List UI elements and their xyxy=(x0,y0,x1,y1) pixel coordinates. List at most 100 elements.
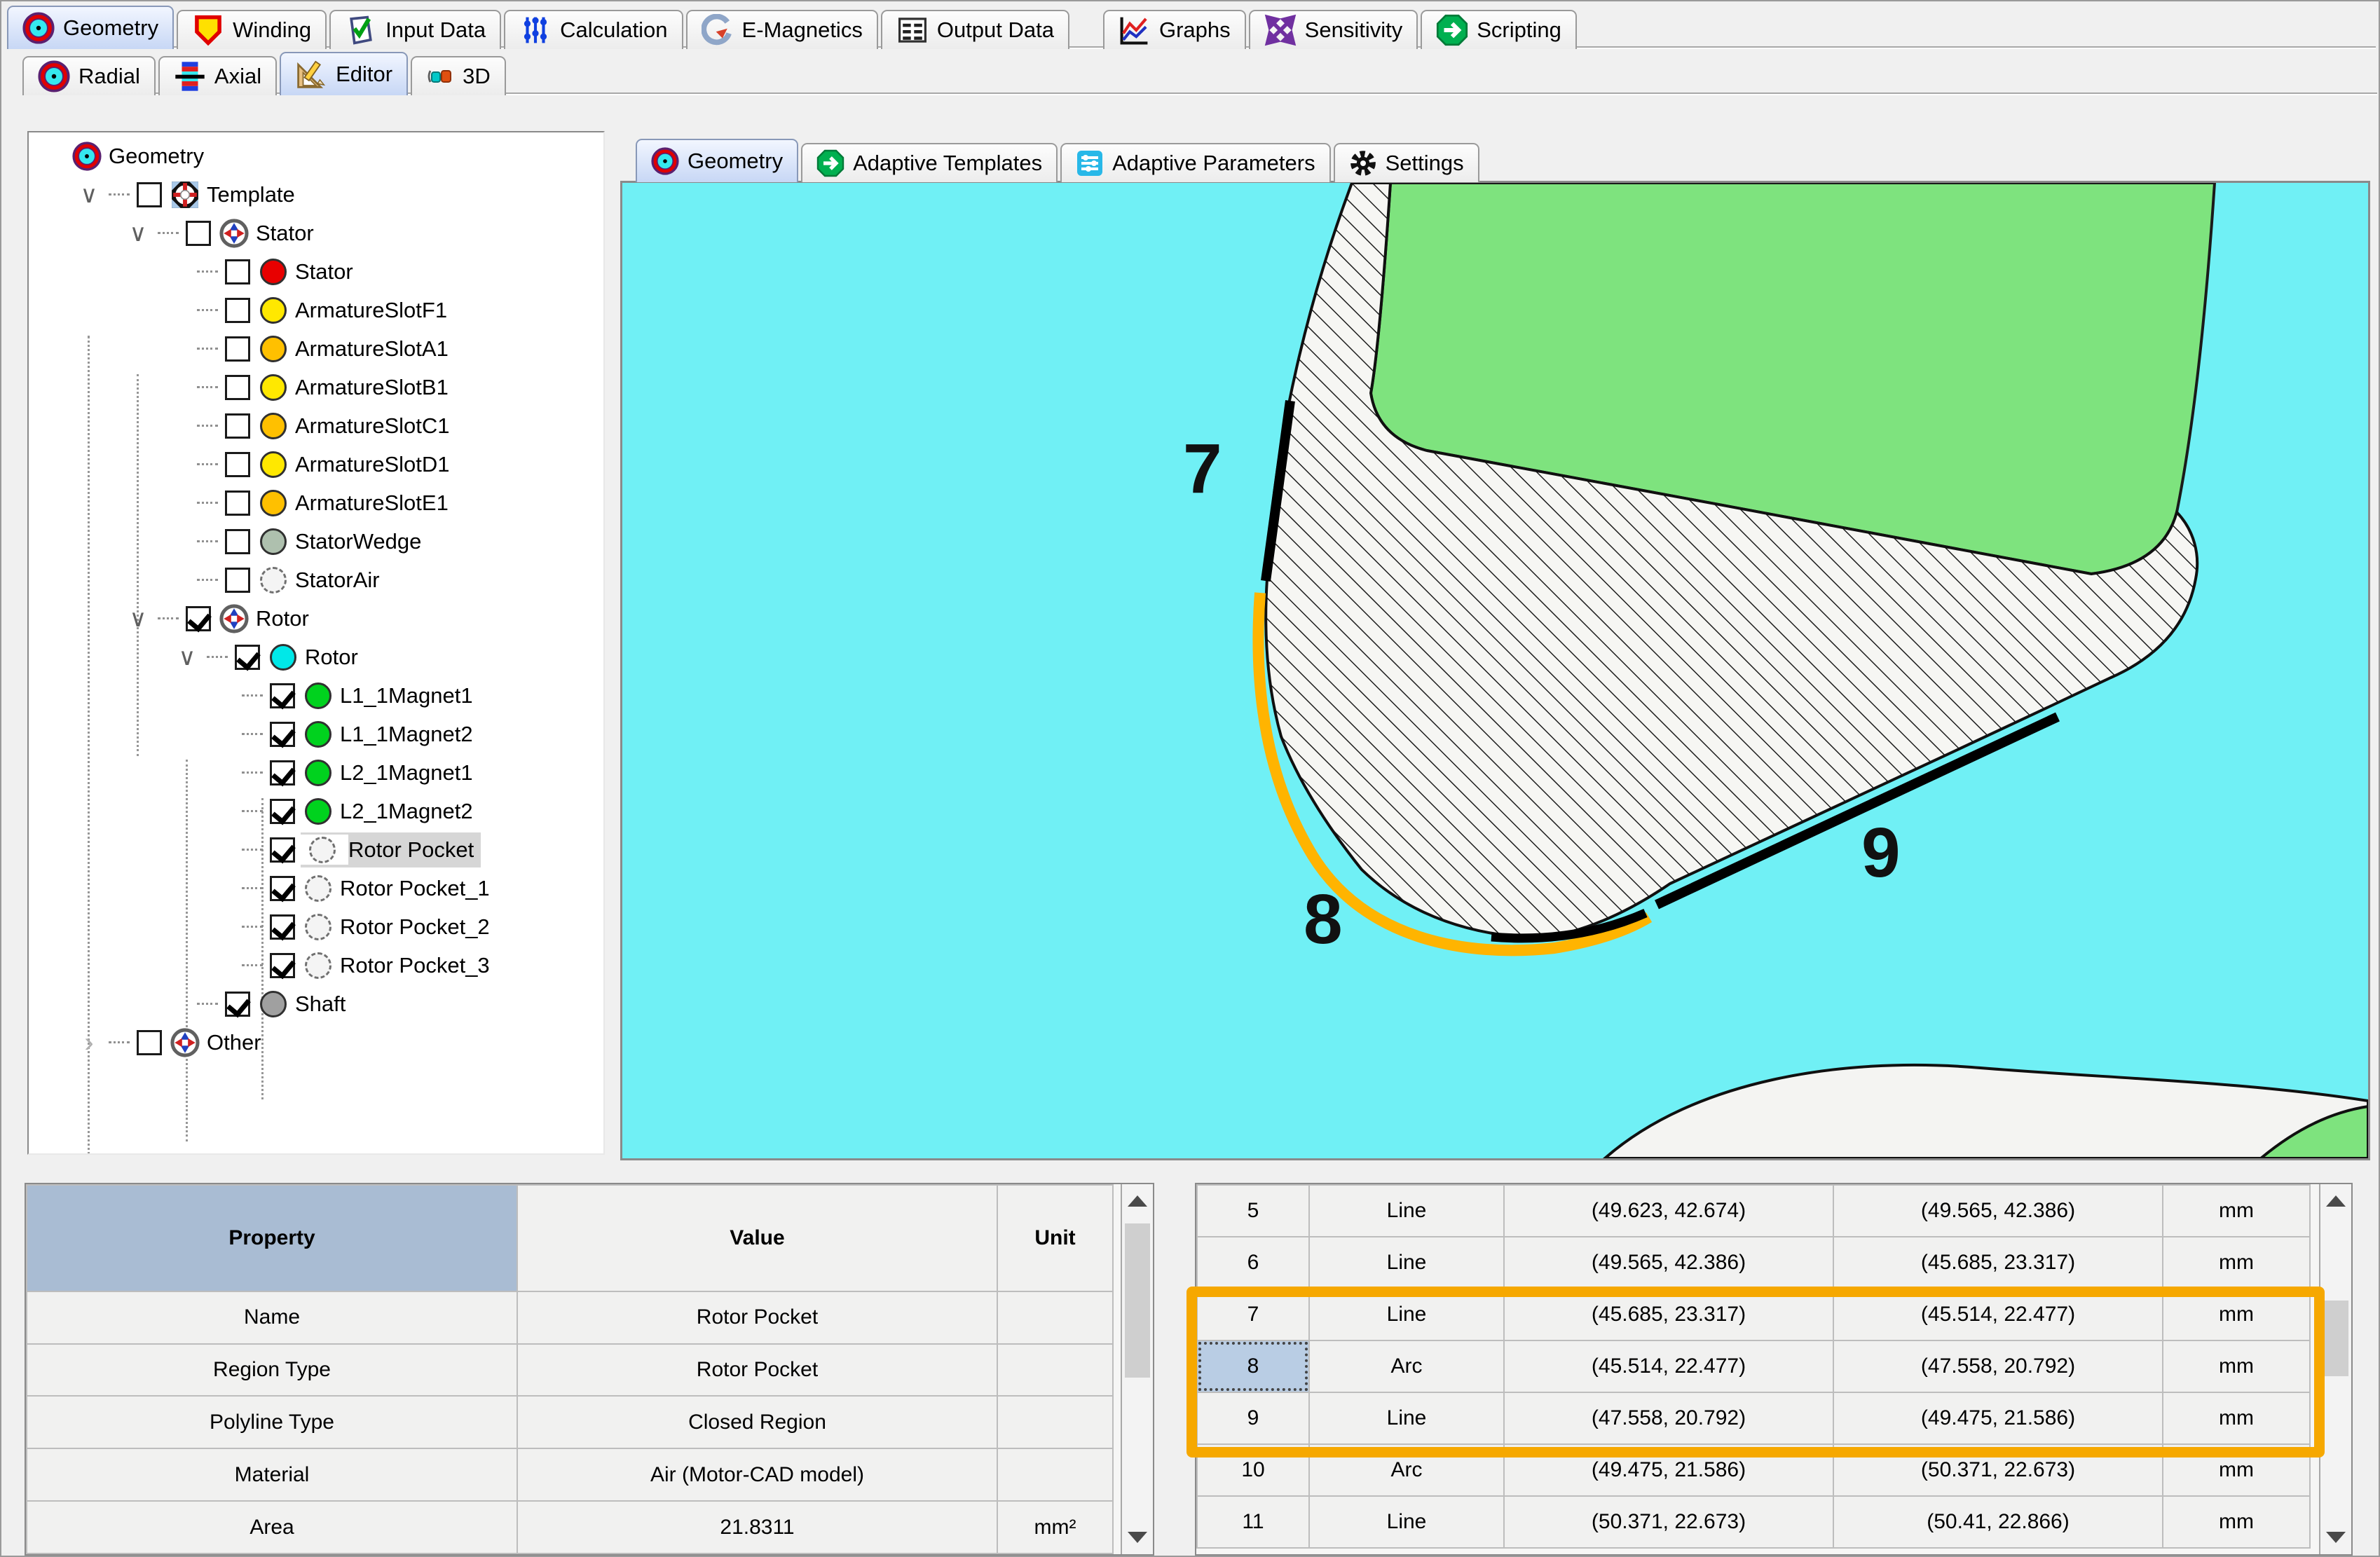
tree-item-other[interactable]: › Other xyxy=(29,1023,603,1062)
segment-index[interactable]: 5 xyxy=(1197,1185,1309,1237)
segment-end[interactable]: (45.514, 22.477) xyxy=(1833,1289,2163,1340)
tab-3d[interactable]: 3D xyxy=(411,56,506,95)
tab-scripting[interactable]: Scripting xyxy=(1421,10,1577,49)
checkbox[interactable] xyxy=(225,413,250,439)
tree-item-rotor-pocket-3[interactable]: Rotor Pocket_3 xyxy=(29,946,603,985)
checkbox[interactable] xyxy=(225,568,250,593)
tree-item-armatureslota1[interactable]: ArmatureSlotA1 xyxy=(29,329,603,368)
checkbox[interactable] xyxy=(186,606,211,631)
tab-adaptive-parameters[interactable]: Adaptive Parameters xyxy=(1060,143,1330,182)
tree-item-l2-1magnet1[interactable]: L2_1Magnet1 xyxy=(29,753,603,792)
tab-sensitivity[interactable]: Sensitivity xyxy=(1249,10,1418,49)
segment-start[interactable]: (47.558, 20.792) xyxy=(1504,1392,1833,1444)
property-value[interactable]: 21.8311 xyxy=(517,1501,997,1553)
expander-icon[interactable]: ∨ xyxy=(167,645,207,669)
tab-axial[interactable]: Axial xyxy=(158,56,277,95)
tree-item-armatureslotb1[interactable]: ArmatureSlotB1 xyxy=(29,368,603,406)
tree-item-l1-1magnet2[interactable]: L1_1Magnet2 xyxy=(29,715,603,753)
tree-item-stator-group[interactable]: ∨ Stator xyxy=(29,214,603,252)
tab-output-data[interactable]: Output Data xyxy=(881,10,1069,49)
tree-item-rotor[interactable]: ∨ Rotor xyxy=(29,638,603,676)
segment-index[interactable]: 6 xyxy=(1197,1237,1309,1289)
segment-type[interactable]: Line xyxy=(1309,1185,1504,1237)
scroll-up-icon[interactable] xyxy=(1122,1184,1153,1218)
segment-type[interactable]: Line xyxy=(1309,1392,1504,1444)
tab-radial[interactable]: Radial xyxy=(22,56,156,95)
segment-end[interactable]: (49.565, 42.386) xyxy=(1833,1185,2163,1237)
segment-type[interactable]: Line xyxy=(1309,1496,1504,1548)
segment-start[interactable]: (50.371, 22.673) xyxy=(1504,1496,1833,1548)
scrollbar-thumb[interactable] xyxy=(1125,1223,1150,1378)
segment-type[interactable]: Arc xyxy=(1309,1444,1504,1496)
scroll-down-icon[interactable] xyxy=(2320,1521,2351,1554)
checkbox[interactable] xyxy=(225,452,250,477)
checkbox[interactable] xyxy=(235,645,260,670)
checkbox[interactable] xyxy=(270,876,295,901)
checkbox[interactable] xyxy=(270,837,295,863)
segment-end[interactable]: (49.475, 21.586) xyxy=(1833,1392,2163,1444)
property-value[interactable]: Closed Region xyxy=(517,1396,997,1448)
expander-icon[interactable]: ∨ xyxy=(118,221,158,245)
expander-icon[interactable]: ∨ xyxy=(69,183,109,207)
checkbox[interactable] xyxy=(186,221,211,246)
checkbox[interactable] xyxy=(270,914,295,940)
tab-editor[interactable]: Editor xyxy=(280,52,408,95)
tab-calculation[interactable]: Calculation xyxy=(504,10,683,49)
segment-type[interactable]: Arc xyxy=(1309,1340,1504,1392)
segment-index[interactable]: 11 xyxy=(1197,1496,1309,1548)
tree-item-rotor-pocket-1[interactable]: Rotor Pocket_1 xyxy=(29,869,603,907)
checkbox[interactable] xyxy=(270,799,295,824)
checkbox[interactable] xyxy=(137,182,162,207)
checkbox[interactable] xyxy=(270,953,295,978)
segment-unit[interactable]: mm xyxy=(2163,1289,2310,1340)
segment-index[interactable]: 7 xyxy=(1197,1289,1309,1340)
tree-item-l1-1magnet1[interactable]: L1_1Magnet1 xyxy=(29,676,603,715)
checkbox[interactable] xyxy=(225,259,250,284)
segment-scrollbar[interactable] xyxy=(2319,1184,2351,1554)
property-scrollbar[interactable] xyxy=(1121,1184,1153,1554)
expander-icon[interactable]: › xyxy=(69,1031,109,1055)
tab-geometry[interactable]: Geometry xyxy=(7,6,174,49)
segment-unit[interactable]: mm xyxy=(2163,1496,2310,1548)
tree-item-template[interactable]: ∨ Template xyxy=(29,175,603,214)
segment-index[interactable]: 9 xyxy=(1197,1392,1309,1444)
segment-start[interactable]: (49.623, 42.674) xyxy=(1504,1185,1833,1237)
checkbox[interactable] xyxy=(270,760,295,786)
tree-item-l2-1magnet2[interactable]: L2_1Magnet2 xyxy=(29,792,603,830)
segment-end[interactable]: (47.558, 20.792) xyxy=(1833,1340,2163,1392)
tree-item-shaft[interactable]: Shaft xyxy=(29,985,603,1023)
property-value[interactable]: Air (Motor-CAD model) xyxy=(517,1448,997,1501)
checkbox[interactable] xyxy=(225,336,250,362)
checkbox[interactable] xyxy=(225,491,250,516)
segment-unit[interactable]: mm xyxy=(2163,1392,2310,1444)
segment-unit[interactable]: mm xyxy=(2163,1340,2310,1392)
tree-item-armatureslotf1[interactable]: ArmatureSlotF1 xyxy=(29,291,603,329)
checkbox[interactable] xyxy=(137,1030,162,1055)
geometry-canvas[interactable]: 7 8 9 xyxy=(620,181,2370,1160)
checkbox[interactable] xyxy=(270,683,295,708)
segment-end[interactable]: (50.371, 22.673) xyxy=(1833,1444,2163,1496)
segment-index[interactable]: 10 xyxy=(1197,1444,1309,1496)
tree-item-rotor-pocket-2[interactable]: Rotor Pocket_2 xyxy=(29,907,603,946)
tree-item-armatureslotd1[interactable]: ArmatureSlotD1 xyxy=(29,445,603,483)
segment-end[interactable]: (45.685, 23.317) xyxy=(1833,1237,2163,1289)
segment-unit[interactable]: mm xyxy=(2163,1185,2310,1237)
segment-type[interactable]: Line xyxy=(1309,1237,1504,1289)
tab-emagnetics[interactable]: E-Magnetics xyxy=(686,10,878,49)
checkbox[interactable] xyxy=(225,298,250,323)
tab-adaptive-templates[interactable]: Adaptive Templates xyxy=(801,143,1058,182)
tree-item-stator[interactable]: Stator xyxy=(29,252,603,291)
property-value[interactable]: Rotor Pocket xyxy=(517,1291,997,1344)
tab-canvas-geometry[interactable]: Geometry xyxy=(636,139,798,182)
segment-start[interactable]: (45.685, 23.317) xyxy=(1504,1289,1833,1340)
property-value[interactable]: Rotor Pocket xyxy=(517,1344,997,1397)
segment-start[interactable]: (49.565, 42.386) xyxy=(1504,1237,1833,1289)
tree-item-statorwedge[interactable]: StatorWedge xyxy=(29,522,603,561)
tree-item-armatureslotc1[interactable]: ArmatureSlotC1 xyxy=(29,406,603,445)
scroll-down-icon[interactable] xyxy=(1122,1521,1153,1554)
segment-unit[interactable]: mm xyxy=(2163,1444,2310,1496)
tree-item-rotor-pocket[interactable]: Rotor Pocket xyxy=(29,830,603,869)
scroll-up-icon[interactable] xyxy=(2320,1184,2351,1218)
segment-unit[interactable]: mm xyxy=(2163,1237,2310,1289)
tree-item-armatureslote1[interactable]: ArmatureSlotE1 xyxy=(29,483,603,522)
